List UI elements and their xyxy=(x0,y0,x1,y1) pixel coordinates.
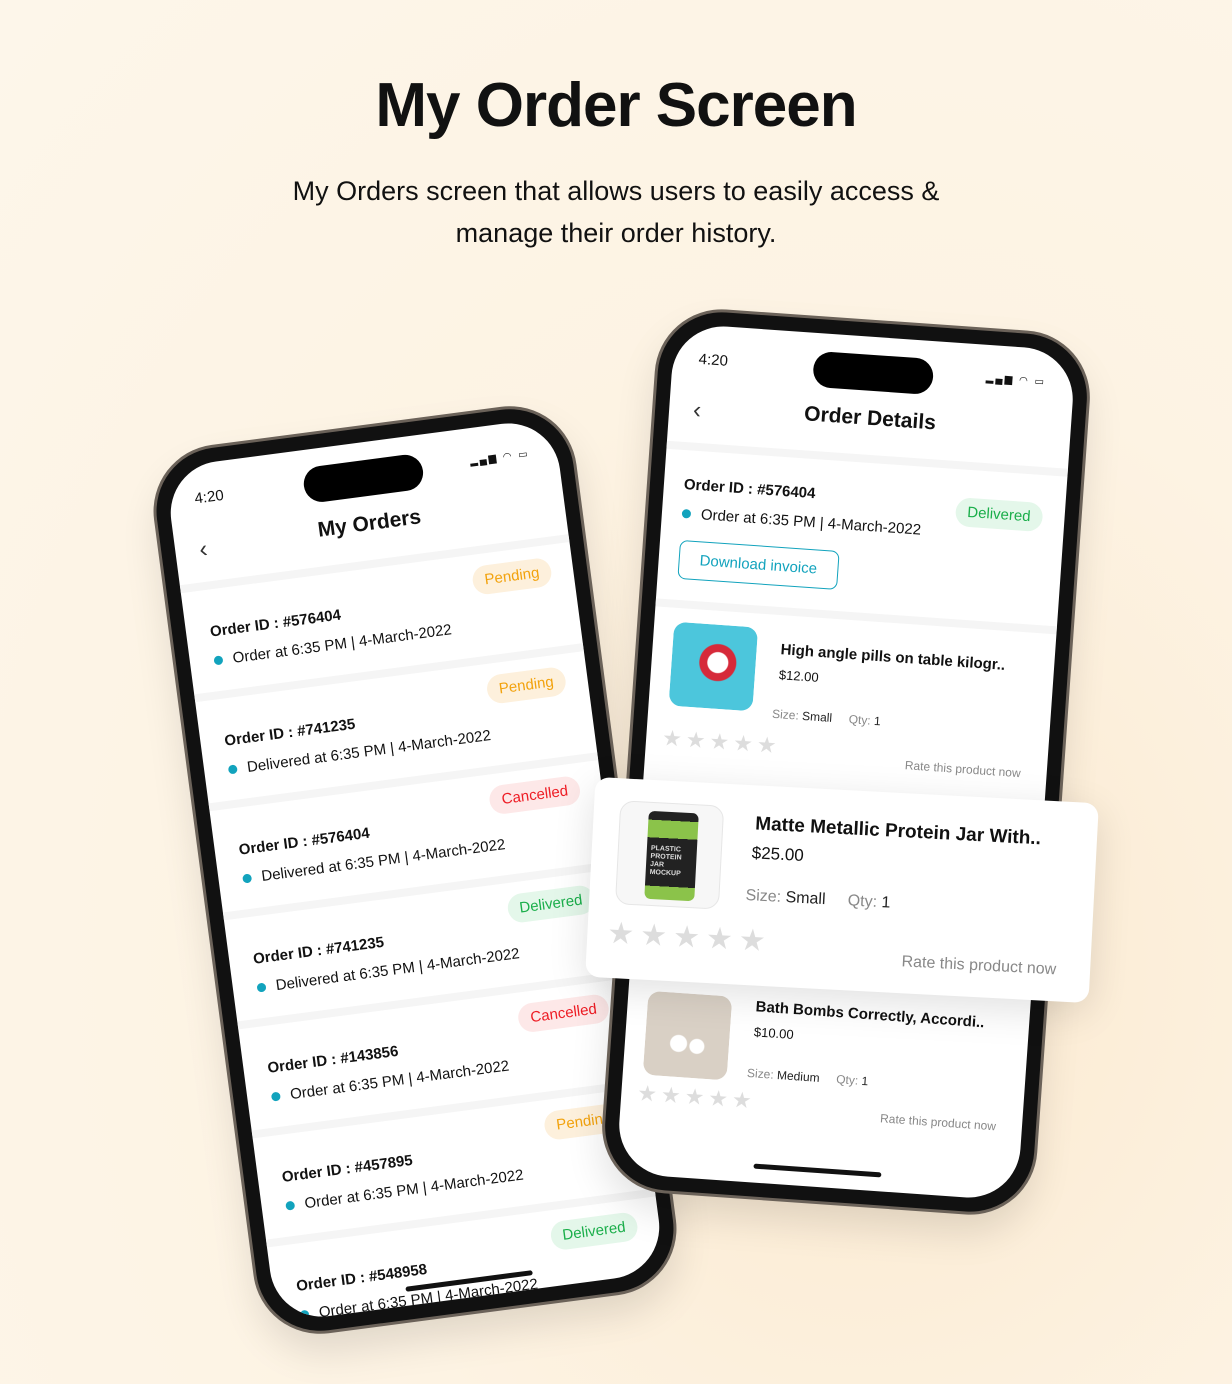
screen-title: Order Details xyxy=(803,402,937,435)
status-dot xyxy=(227,764,238,775)
dynamic-island xyxy=(301,452,426,505)
product-item[interactable]: Bath Bombs Correctly, Accordi.. $10.00 S… xyxy=(619,975,1030,1153)
order-date: Order at 6:35 PM | 4-March-2022 xyxy=(700,506,922,539)
page-title: My Order Screen xyxy=(375,71,857,140)
rate-link[interactable]: Rate this product now xyxy=(880,1111,997,1133)
order-details-screen: 4:20 ▂▄▆ ◠ ▭ ‹ Order Details Order ID : … xyxy=(615,323,1077,1201)
status-icons: ▂▄▆ ◠ ▭ xyxy=(985,372,1047,389)
highlighted-product-card[interactable]: PLASTIC PROTEIN JAR MOCKUP Matte Metalli… xyxy=(585,776,1099,1004)
product-price: $12.00 xyxy=(778,667,820,685)
product-price: $25.00 xyxy=(751,843,805,865)
product-meta: Size: Small Qty: 1 xyxy=(771,706,882,729)
page-subtitle: My Orders screen that allows users to ea… xyxy=(292,176,940,248)
rating-stars[interactable]: ★★★★★ xyxy=(636,1080,757,1114)
order-details-phone: 4:20 ▂▄▆ ◠ ▭ ‹ Order Details Order ID : … xyxy=(600,308,1092,1216)
status-time: 4:20 xyxy=(698,350,729,370)
product-meta: Size: Small Qty: 1 xyxy=(745,886,891,912)
download-invoice-button[interactable]: Download invoice xyxy=(677,539,840,590)
product-price: $10.00 xyxy=(753,1024,795,1042)
rating-stars[interactable]: ★★★★★ xyxy=(606,916,773,960)
pills-image xyxy=(668,621,759,712)
protein-jar-image: PLASTIC PROTEIN JAR MOCKUP xyxy=(614,800,725,910)
status-time: 4:20 xyxy=(193,486,225,508)
status-dot xyxy=(681,508,692,519)
status-dot xyxy=(213,655,224,666)
rating-stars[interactable]: ★★★★★ xyxy=(661,725,781,759)
rate-link[interactable]: Rate this product now xyxy=(901,953,1056,979)
status-dot xyxy=(299,1309,310,1320)
product-item[interactable]: High angle pills on table kilogr.. $12.0… xyxy=(645,606,1056,784)
status-dot xyxy=(270,1091,281,1102)
bath-bombs-image xyxy=(642,990,733,1081)
dynamic-island xyxy=(812,350,935,396)
status-dot xyxy=(242,873,253,884)
status-badge: Delivered xyxy=(954,497,1044,533)
status-dot xyxy=(256,982,267,993)
product-meta: Size: Medium Qty: 1 xyxy=(746,1065,869,1089)
home-indicator xyxy=(753,1163,882,1178)
order-summary: Order ID : #576404 Order at 6:35 PM | 4-… xyxy=(656,449,1067,627)
status-dot xyxy=(285,1200,296,1211)
status-icons: ▂▄▆ ◠ ▭ xyxy=(469,448,531,468)
